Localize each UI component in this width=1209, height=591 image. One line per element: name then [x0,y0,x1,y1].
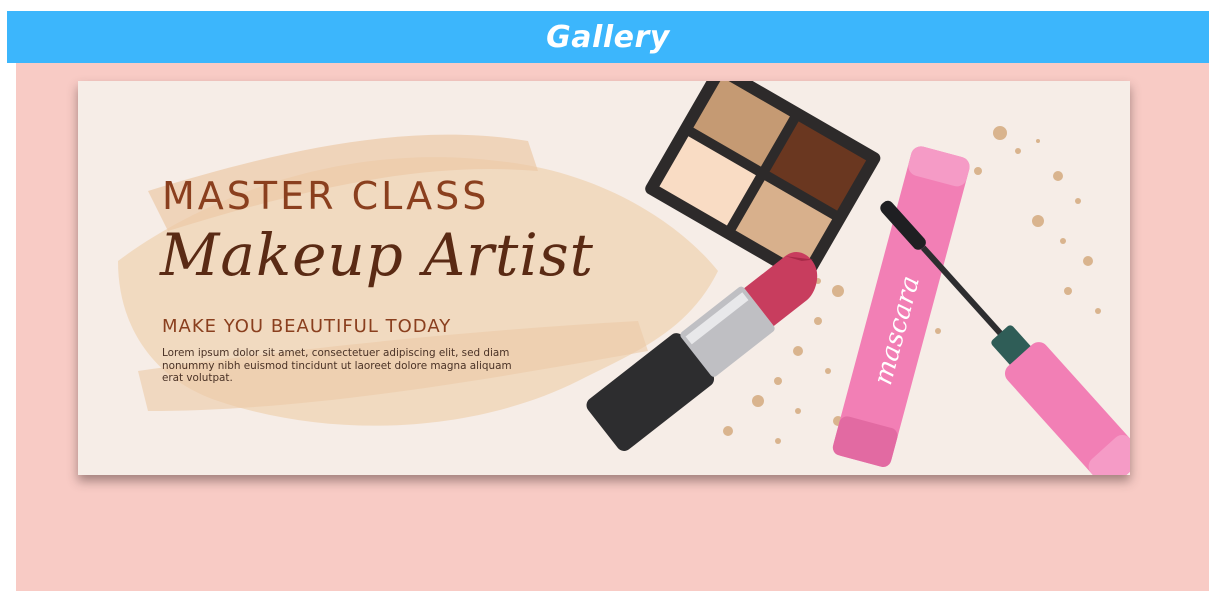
gallery-image-banner[interactable]: mascara MASTER CLASS Makeup Artist MAKE … [78,81,1130,475]
banner-heading: MASTER CLASS [162,174,490,218]
gallery-header: Gallery [7,11,1209,63]
banner-tagline: MAKE YOU BEAUTIFUL TODAY [162,316,452,337]
banner-body-text: Lorem ipsum dolor sit amet, consectetuer… [162,347,512,385]
page-title: Gallery [546,19,670,55]
banner-script-title: Makeup Artist [160,221,594,289]
